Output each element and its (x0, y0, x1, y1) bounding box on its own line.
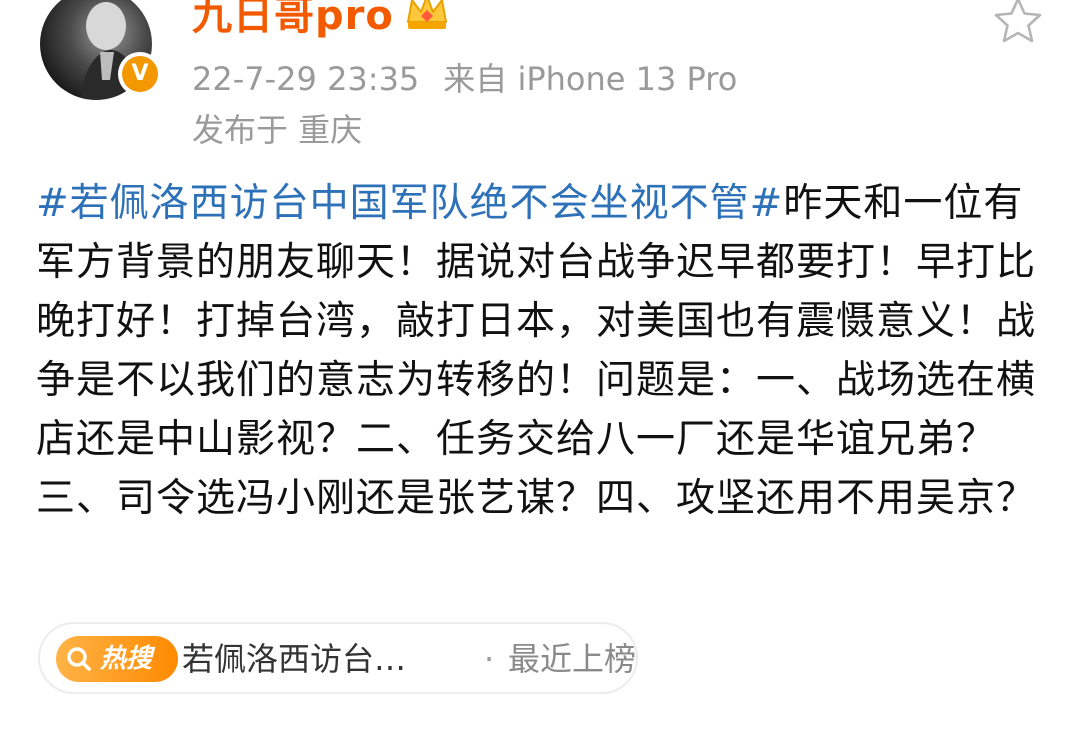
hot-search-topic: 若佩洛西访台… (182, 640, 407, 678)
verified-mark: V (122, 56, 158, 92)
hot-search-separator: · (484, 640, 495, 678)
post-time: 22-7-29 23:35 (192, 60, 420, 98)
verified-badge: V (118, 52, 162, 96)
post-source: 来自 iPhone 13 Pro (443, 60, 738, 98)
weibo-post: V 九日哥pro 22-7-29 23:35 来自 iPhone 13 Pro 发… (0, 0, 1080, 750)
post-meta: 22-7-29 23:35 来自 iPhone 13 Pro (192, 54, 737, 100)
username[interactable]: 九日哥pro (192, 0, 394, 41)
hot-search-badge: 热搜 (56, 636, 178, 682)
post-location: 发布于 重庆 (192, 111, 363, 149)
hot-search-label: 热搜 (100, 644, 153, 674)
topic-link[interactable]: #若佩洛西访台中国军队绝不会坐视不管# (36, 181, 783, 226)
post-body: 昨天和一位有军方背景的朋友聊天！据说对台战争迟早都要打！早打比晚打好！打掉台湾，… (36, 181, 1037, 521)
hot-search-status: 最近上榜 (508, 640, 637, 678)
crown-icon[interactable] (404, 0, 450, 32)
hot-search-chip[interactable]: 热搜 若佩洛西访台… · 最近上榜 (38, 622, 638, 694)
star-icon[interactable] (990, 0, 1046, 50)
post-content: #若佩洛西访台中国军队绝不会坐视不管#昨天和一位有军方背景的朋友聊天！据说对台战… (36, 174, 1046, 528)
username-row: 九日哥pro (192, 0, 450, 41)
search-icon (67, 647, 91, 671)
